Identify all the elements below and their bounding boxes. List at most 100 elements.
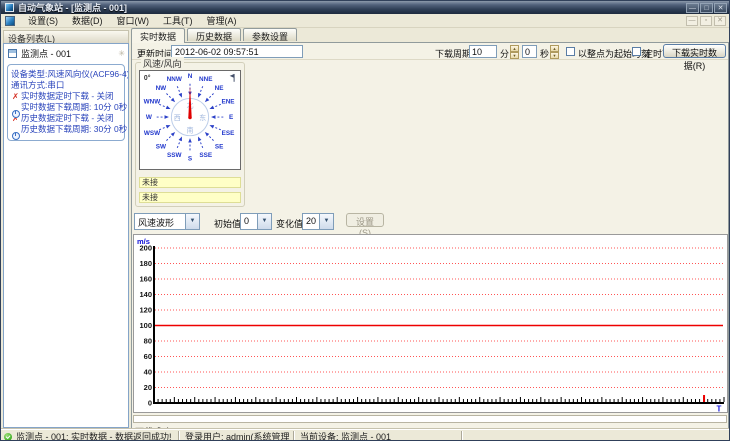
svg-text:S: S	[188, 155, 192, 162]
compass-frame: 0° 北 南 东 西 NNNENEENEEESESESSESSSWSWWSWWW…	[139, 70, 241, 170]
menu-tools[interactable]: 工具(T)	[156, 13, 200, 28]
seconds-input[interactable]: 0	[522, 45, 537, 58]
svg-text:140: 140	[139, 290, 152, 299]
chart-gridlines: 0 20 40 60 80 100 120 140 160 180 200	[139, 244, 723, 408]
device-list-header: 设备列表(L)	[3, 30, 129, 44]
svg-text:SSE: SSE	[199, 152, 212, 159]
svg-text:NNW: NNW	[167, 76, 182, 83]
svg-text:NE: NE	[215, 85, 224, 92]
menu-settings[interactable]: 设置(S)	[21, 13, 65, 28]
wind-speed-field: 未接	[139, 177, 241, 188]
svg-text:SSW: SSW	[167, 152, 182, 159]
svg-text:180: 180	[139, 259, 152, 268]
svg-text:80: 80	[144, 337, 152, 346]
tab-realtime-data[interactable]: 实时数据	[131, 28, 186, 43]
login-user: 登录用户: admin(系统管理员)	[185, 432, 290, 441]
tab-history-data[interactable]: 历史数据	[187, 28, 242, 42]
status-divider	[178, 431, 180, 440]
seconds-unit-label: 秒	[540, 49, 550, 59]
device-icon	[8, 49, 17, 58]
wind-flag-icon	[229, 73, 235, 82]
wind-angle-label: 0°	[144, 74, 151, 82]
wind-group-title: 风速/风向	[141, 57, 184, 70]
device-info-rt-period: 实时数据下载周期: 10分 0秒	[12, 102, 128, 118]
svg-text:160: 160	[139, 275, 152, 284]
wind-compass: 0° 北 南 东 西 NNNENEENEEESESESSESSSWSWWSWWW…	[144, 73, 235, 162]
compass-west-label: 西	[174, 114, 181, 122]
chart-x-ticks	[153, 395, 725, 402]
svg-text:ENE: ENE	[221, 98, 234, 105]
start-on-hour-checkbox[interactable]	[566, 47, 575, 56]
series-select[interactable]: 风速波形 ▼	[134, 213, 200, 230]
mdi-close-icon[interactable]: ✕	[714, 15, 726, 26]
menu-data[interactable]: 数据(D)	[65, 13, 110, 28]
status-divider	[461, 431, 463, 440]
status-message: 监测点 - 001: 实时数据 - 数据返回成功!	[16, 432, 172, 441]
minutes-input[interactable]: 10	[469, 45, 497, 58]
svg-text:0: 0	[148, 399, 152, 408]
minutes-unit-label: 分	[500, 49, 510, 59]
spin-up-icon[interactable]: ▲	[550, 45, 559, 52]
compass-south-label: 南	[187, 126, 194, 135]
download-realtime-button[interactable]: 下载实时数据(R)	[663, 44, 726, 71]
status-device-section: 当前设备: 监测点 - 001	[300, 431, 458, 440]
wind-direction-field: 未接	[139, 192, 241, 203]
chevron-down-icon[interactable]: ▼	[185, 214, 199, 229]
spin-down-icon[interactable]: ▼	[550, 52, 559, 59]
device-tree: 监测点 - 001 ✳ 设备类型:风速风向仪(ACF96-4) 通讯方式:串口 …	[3, 43, 129, 428]
tab-parameter-settings[interactable]: 参数设置	[243, 28, 298, 42]
svg-text:SW: SW	[156, 143, 166, 150]
mdi-restore-icon[interactable]: ▫	[700, 15, 712, 26]
minimize-icon[interactable]: —	[686, 2, 699, 13]
initial-value-select[interactable]: 0 ▼	[240, 213, 272, 230]
device-info-rt-download: ✗ 实时数据定时下载 - 关闭	[12, 91, 114, 101]
mdi-minimize-icon[interactable]: —	[686, 15, 698, 26]
progress-strip	[133, 415, 727, 423]
maximize-icon[interactable]: □	[700, 2, 713, 13]
device-node-label: 监测点 - 001	[21, 49, 72, 59]
svg-text:120: 120	[139, 306, 152, 315]
status-message-section: 监测点 - 001: 实时数据 - 数据返回成功!	[1, 431, 176, 441]
svg-text:100: 100	[139, 321, 152, 330]
device-info-type: 设备类型:风速风向仪(ACF96-4)	[11, 69, 129, 79]
device-node[interactable]: 监测点 - 001 ✳	[4, 44, 128, 62]
set-button[interactable]: 设置(S)	[346, 213, 384, 238]
menu-admin[interactable]: 管理(A)	[200, 13, 244, 28]
tab-strip: 实时数据 历史数据 参数设置	[131, 28, 299, 43]
device-info-comm: 通讯方式:串口	[11, 80, 65, 90]
mdi-child-icon	[5, 15, 15, 26]
minutes-spinner[interactable]: ▲ ▼	[510, 45, 519, 59]
svg-text:ESE: ESE	[222, 130, 235, 137]
change-value-select[interactable]: 20 ▼	[302, 213, 334, 230]
pin-icon[interactable]: ✳	[118, 49, 125, 58]
svg-text:60: 60	[144, 352, 152, 361]
svg-text:SE: SE	[215, 143, 223, 150]
svg-text:NW: NW	[156, 85, 167, 92]
svg-text:E: E	[229, 114, 233, 121]
timed-download-checkbox[interactable]	[632, 47, 641, 56]
svg-text:N: N	[188, 73, 193, 80]
device-info-hist-download: ✗ 历史数据定时下载 - 关闭	[12, 113, 114, 123]
spin-down-icon[interactable]: ▼	[510, 52, 519, 59]
realtime-page: 更新时间: 2012-06-02 09:57:51 下载周期: 10 分 ▲ ▼ …	[131, 42, 729, 437]
main-area: 实时数据 历史数据 参数设置 更新时间: 2012-06-02 09:57:51…	[131, 28, 729, 437]
seconds-spinner[interactable]: ▲ ▼	[550, 45, 559, 59]
chevron-down-icon[interactable]: ▼	[257, 214, 271, 229]
chart-time-label: T	[717, 405, 722, 413]
svg-text:WNW: WNW	[144, 98, 161, 105]
app-icon	[5, 3, 14, 12]
wind-groupbox: 风速/风向 0° 北 南 东 西 NNNENEENEEESESESSESSSW	[135, 57, 245, 207]
device-info-box: 设备类型:风速风向仪(ACF96-4) 通讯方式:串口 ✗ 实时数据定时下载 - …	[7, 64, 129, 141]
svg-text:NNE: NNE	[199, 76, 212, 83]
update-time-field: 2012-06-02 09:57:51	[171, 45, 303, 58]
svg-text:20: 20	[144, 383, 152, 392]
download-period-label: 下载周期:	[435, 49, 474, 59]
status-divider	[293, 431, 295, 440]
spin-up-icon[interactable]: ▲	[510, 45, 519, 52]
compass-east-label: 东	[199, 113, 206, 122]
close-icon[interactable]: ✕	[714, 2, 727, 13]
device-sidebar: 设备列表(L) 监测点 - 001 ✳ 设备类型:风速风向仪(ACF96-4) …	[3, 30, 129, 428]
success-icon	[4, 432, 12, 440]
chevron-down-icon[interactable]: ▼	[319, 214, 333, 229]
menu-window[interactable]: 窗口(W)	[110, 13, 157, 28]
